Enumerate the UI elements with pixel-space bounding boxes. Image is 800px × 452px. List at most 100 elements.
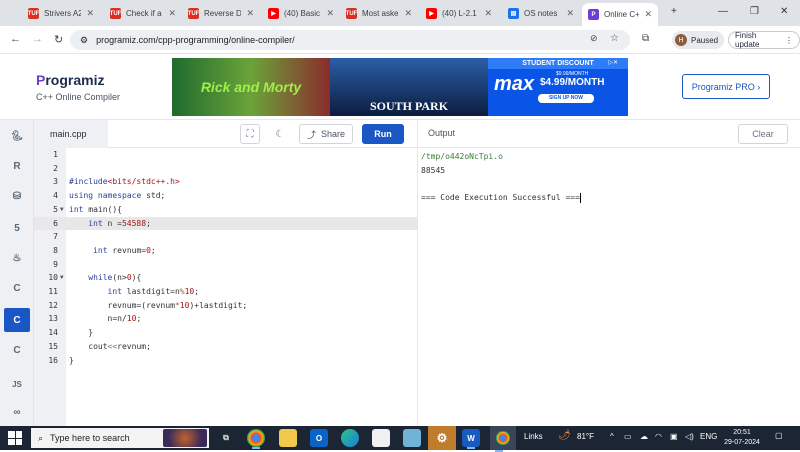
tab-close-icon[interactable]: ✕ <box>246 8 254 19</box>
cpp-icon[interactable]: C <box>4 308 30 332</box>
volume-icon[interactable]: ◁) <box>685 432 694 441</box>
taskbar-clock[interactable]: 20:51 29-07-2024 <box>720 428 764 448</box>
code-line: 11 int lastdigit=n%10; <box>34 285 417 299</box>
ad-close-icon[interactable]: ▷✕ <box>608 59 618 66</box>
finish-update-label: Finish update <box>735 31 760 49</box>
programiz-pro-button[interactable]: Programiz PRO › <box>682 74 770 99</box>
code-text: cout<<revnum; <box>69 341 151 351</box>
finish-update-button[interactable]: Finish update ⋮ <box>728 31 800 49</box>
notepad-icon[interactable] <box>372 429 390 447</box>
restore-icon[interactable]: ❐ <box>750 6 759 17</box>
chrome-icon[interactable] <box>247 429 265 449</box>
reload-icon[interactable]: ↻ <box>54 33 63 46</box>
code-editor[interactable]: 1 2 3 #include<bits/stdc++.h> 4 using name… <box>34 148 417 426</box>
tab-title: OS notes <box>524 9 558 18</box>
tab-title: Check if a <box>126 9 162 18</box>
browser-tab[interactable]: TUF Strivers A2Z ✕ <box>22 3 100 24</box>
weather-icon[interactable]: 🌶︎ <box>558 430 571 441</box>
forward-icon[interactable]: → <box>32 33 43 45</box>
tab-close-icon[interactable]: ✕ <box>168 8 176 19</box>
tab-title: Reverse Di <box>204 9 242 18</box>
code-text: int n =54588; <box>88 218 151 228</box>
camera-icon[interactable]: ▣ <box>670 432 678 441</box>
html5-icon[interactable]: 5 <box>7 218 27 238</box>
r-icon[interactable]: R <box>7 156 27 176</box>
tab-close-icon[interactable]: ✕ <box>484 8 492 19</box>
java-icon[interactable]: ♨ <box>7 248 27 268</box>
notification-icon[interactable]: ▢ <box>775 431 783 440</box>
browser-tab[interactable]: ▤ OS notes ✕ <box>502 3 580 24</box>
file-explorer-icon[interactable] <box>279 429 297 447</box>
run-button[interactable]: Run <box>362 124 404 144</box>
browser-tab[interactable]: ▶ (40) Basic ✕ <box>262 3 340 24</box>
share-button[interactable]: ⤴ Share <box>299 124 353 144</box>
code-line: 16} <box>34 354 417 368</box>
tab-close-icon[interactable]: ✕ <box>86 8 94 19</box>
tab-close-icon[interactable]: ✕ <box>404 8 412 19</box>
back-icon[interactable]: ← <box>10 33 21 45</box>
bookmark-star-icon[interactable]: ☆ <box>610 33 619 44</box>
share-icon: ⤴ <box>306 129 316 140</box>
browser-tab[interactable]: TUF Reverse Di ✕ <box>182 3 260 24</box>
browser-tab[interactable]: ▶ (40) L-2.1 ✕ <box>420 3 498 24</box>
notes-icon[interactable] <box>403 429 421 447</box>
javascript-icon[interactable]: JS <box>7 374 27 394</box>
site-info-icon[interactable]: ⚙ <box>80 35 88 46</box>
more-menu-icon: ⋮ <box>785 35 793 45</box>
tab-favicon-icon: ▤ <box>508 8 519 19</box>
fold-arrow-icon[interactable]: ▼ <box>60 271 64 285</box>
browser-tab[interactable]: TUF Most aske ✕ <box>340 3 418 24</box>
browser-tab[interactable]: TUF Check if a ✕ <box>104 3 182 24</box>
c-icon[interactable]: C <box>7 278 27 298</box>
profile-button[interactable]: H Paused <box>672 31 725 49</box>
wifi-icon[interactable]: ◠ <box>655 432 662 441</box>
chrome-active-icon[interactable] <box>490 426 516 452</box>
edge-icon[interactable] <box>341 429 359 447</box>
close-window-icon[interactable]: ✕ <box>780 6 788 17</box>
share-label: Share <box>320 129 346 139</box>
tab-title: (40) L-2.1 <box>442 9 477 18</box>
panel-divider[interactable] <box>417 120 418 426</box>
tab-close-icon[interactable]: ✕ <box>326 8 334 19</box>
code-line: 12 revnum=(revnum*10)+lastdigit; <box>34 299 417 313</box>
eye-off-icon[interactable]: ⊘ <box>590 33 598 44</box>
network-icon[interactable]: ▭ <box>624 432 632 441</box>
settings-gear-icon[interactable]: ⚙ <box>428 426 456 450</box>
tab-title: (40) Basic <box>284 9 321 18</box>
python-icon[interactable]: 🐍︎ <box>7 126 27 146</box>
dark-mode-icon[interactable]: ☾ <box>270 124 290 144</box>
fold-arrow-icon[interactable]: ▼ <box>60 203 64 217</box>
page-subtitle: C++ Online Compiler <box>36 92 121 102</box>
tab-close-icon[interactable]: ✕ <box>566 8 574 19</box>
minimize-icon[interactable]: — <box>718 6 728 17</box>
new-tab-button[interactable]: + <box>671 6 677 17</box>
sql-database-icon[interactable]: ⛁ <box>7 186 27 206</box>
tab-favicon-icon: TUF <box>346 8 357 19</box>
browser-tab[interactable]: P Online C+ ✕ <box>582 3 658 26</box>
language-indicator[interactable]: ENG <box>700 432 717 441</box>
tray-chevron-icon[interactable]: ^ <box>610 432 614 441</box>
cloud-icon[interactable]: ☁ <box>640 432 648 441</box>
fullscreen-icon[interactable]: ⛶ <box>240 124 260 144</box>
extensions-icon[interactable]: ⧉ <box>642 33 649 44</box>
taskbar-search-box[interactable]: ⌕ Type here to search <box>31 428 209 448</box>
ad-max: STUDENT DISCOUNT max $9.99/MONTH $4.99/M… <box>488 58 628 116</box>
temperature[interactable]: 81°F <box>577 432 594 441</box>
csharp-icon[interactable]: C <box>7 340 27 360</box>
task-view-icon[interactable]: ⧉ <box>217 429 235 447</box>
tab-close-icon[interactable]: ✕ <box>644 9 652 20</box>
code-line: 9 <box>34 258 417 272</box>
windows-start-icon[interactable] <box>8 431 22 445</box>
go-icon[interactable]: ∞ <box>7 402 27 422</box>
programiz-logo[interactable]: Programiz <box>36 72 104 88</box>
file-tab-main-cpp[interactable]: main.cpp <box>34 120 108 148</box>
url-bar[interactable]: ⚙ programiz.com/cpp-programming/online-c… <box>70 30 630 50</box>
code-line: 13 n=n/10; <box>34 312 417 326</box>
clear-button[interactable]: Clear <box>738 124 788 144</box>
site-header: Programiz C++ Online Compiler Rick and M… <box>0 54 800 120</box>
output-console[interactable]: /tmp/o442oNcTpi.o 88545 === Code Executi… <box>421 150 581 205</box>
outlook-icon[interactable]: O <box>310 429 328 447</box>
word-icon[interactable]: W <box>462 429 480 449</box>
links-toolbar[interactable]: Links <box>524 432 543 441</box>
advertisement-banner[interactable]: Rick and Morty SOUTH PARK STUDENT DISCOU… <box>172 58 628 116</box>
